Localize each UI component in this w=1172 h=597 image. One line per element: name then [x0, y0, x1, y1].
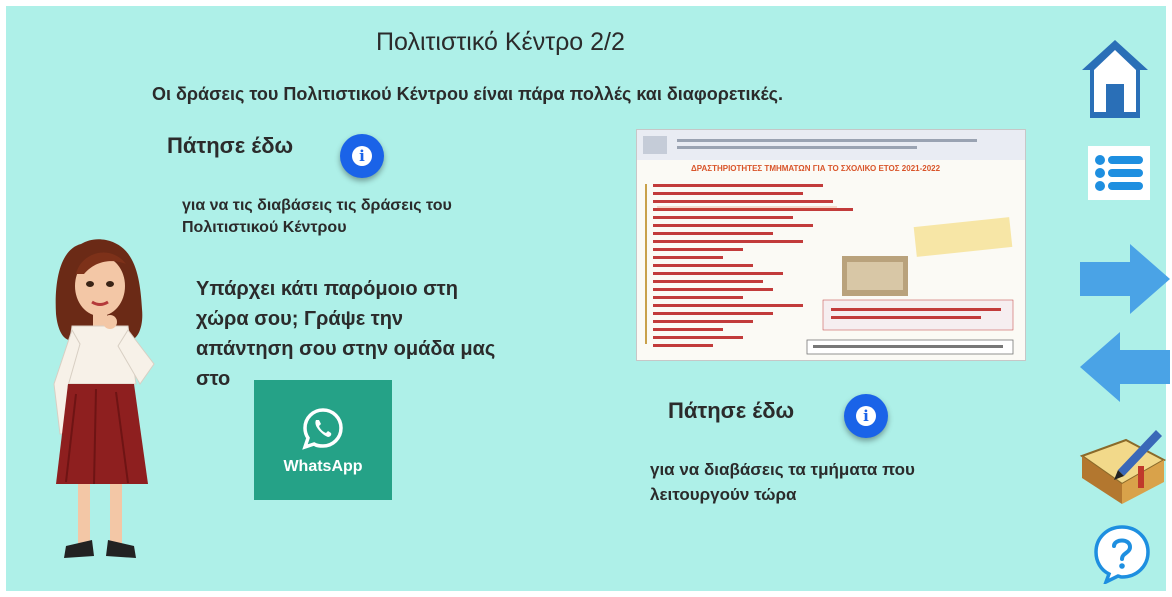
activities-description-line2: Πολιτιστικού Κέντρου: [182, 218, 347, 236]
next-arrow-icon[interactable]: [1078, 242, 1172, 316]
departments-description-line1: για να διαβάσεις τα τμήματα που: [650, 460, 915, 479]
departments-description: για να διαβάσεις τα τμήματα που λειτουργ…: [650, 458, 915, 507]
info-icon: i: [352, 146, 372, 166]
whatsapp-label: WhatsApp: [283, 458, 363, 475]
country-question-line3: απάντηση σου στην ομάδα μας: [196, 338, 496, 360]
help-icon[interactable]: [1092, 524, 1152, 584]
activities-description-line1: για να τις διαβάσεις τις δράσεις του: [182, 197, 452, 214]
info-button-departments[interactable]: i: [844, 394, 888, 438]
slide: Πολιτιστικό Κέντρο 2/2 Οι δράσεις του Πο…: [0, 0, 1172, 597]
press-here-label-activities: Πάτησε έδω: [167, 133, 294, 158]
menu-list-icon[interactable]: [1088, 146, 1150, 200]
list-icon: [1095, 155, 1143, 191]
whatsapp-icon: [302, 408, 343, 450]
previous-arrow-icon[interactable]: [1078, 330, 1172, 404]
notebook-icon[interactable]: [1078, 426, 1168, 506]
home-icon[interactable]: [1080, 36, 1150, 122]
country-question-line2: χώρα σου; Γράψε την: [196, 308, 404, 330]
slide-title: Πολιτιστικό Κέντρο 2/2: [376, 28, 625, 56]
slide-subtitle: Οι δράσεις του Πολιτιστικού Κέντρου είνα…: [152, 84, 783, 104]
whatsapp-link[interactable]: WhatsApp: [254, 380, 392, 500]
country-question-line1: Υπάρχει κάτι παρόμοιο στη: [196, 278, 458, 300]
press-here-label-departments: Πάτησε έδω: [668, 398, 795, 423]
teacher-character-illustration: [53, 239, 155, 558]
country-question: Υπάρχει κάτι παρόμοιο στη χώρα σου; Γράψ…: [196, 274, 495, 394]
info-button-activities[interactable]: i: [340, 134, 384, 178]
activities-description: για να τις διαβάσεις τις δράσεις του Πολ…: [182, 195, 452, 238]
departments-description-line2: λειτουργούν τώρα: [650, 484, 797, 504]
poster-heading: ΔΡΑΣΤΗΡΙΟΤΗΤΕΣ ΤΜΗΜΑΤΩΝ ΓΙΑ ΤΟ ΣΧΟΛΙΚΟ Ε…: [691, 164, 941, 173]
activities-poster-image[interactable]: ΔΡΑΣΤΗΡΙΟΤΗΤΕΣ ΤΜΗΜΑΤΩΝ ΓΙΑ ΤΟ ΣΧΟΛΙΚΟ Ε…: [636, 129, 1026, 361]
info-icon: i: [856, 406, 876, 426]
